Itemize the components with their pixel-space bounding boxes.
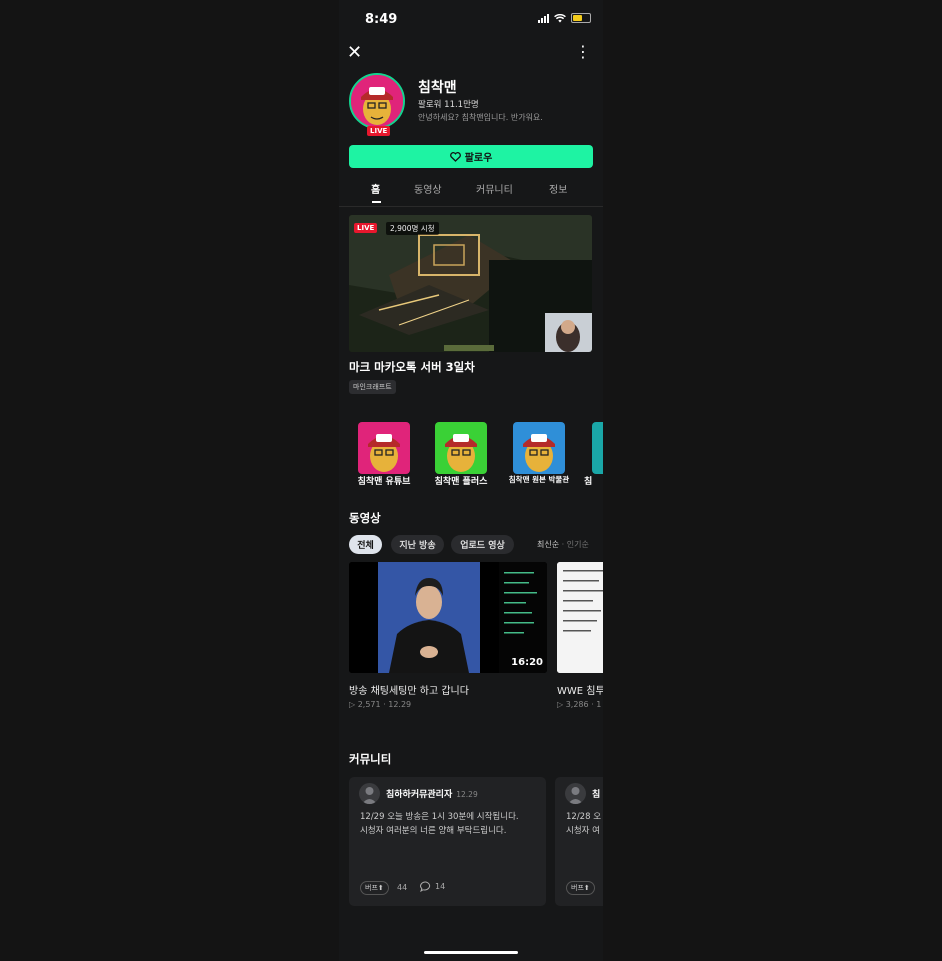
battery-icon [571,13,591,23]
video-card[interactable]: WWE 침투 ▷ 3,286 · 1 [557,562,603,709]
related-channel-label: 침착맨 플러스 [434,477,488,487]
related-channel-youtube[interactable]: 침착맨 유튜브 [358,422,410,487]
filter-all[interactable]: 전체 [349,535,382,554]
comment-icon [420,881,431,892]
wifi-icon [554,13,566,22]
comment-button[interactable]: 14 [420,881,445,892]
app-screen: 8:49 ✕ ⋮ LIVE 침착맨 팔로워 11.1만명 안녕하세요? 침착맨입… [339,0,603,961]
status-time: 8:49 [365,12,398,27]
video-title: 방송 채팅세팅만 하고 갑니다 [349,686,469,697]
related-channel-partial[interactable]: 침 [584,422,603,487]
related-channel-plus[interactable]: 침착맨 플러스 [435,422,487,487]
status-icons [538,13,591,23]
channel-avatar[interactable] [349,73,405,129]
video-card[interactable]: 16:20 방송 채팅세팅만 하고 갑니다 ▷ 2,571 · 12.29 [349,562,547,709]
tab-videos[interactable]: 동영상 [414,181,442,196]
buff-button[interactable]: 버프⬆ [566,881,595,895]
video-title: WWE 침투 [557,686,603,697]
community-section-heading: 커뮤니티 [349,752,392,766]
channel-logo [592,422,603,474]
heart-icon [449,151,461,162]
follow-button[interactable]: 팔로우 [349,145,593,168]
related-channel-museum[interactable]: 침착맨 원본 박물관 [509,422,569,484]
home-indicator[interactable] [424,951,518,954]
author-avatar [565,783,586,804]
author-avatar [359,783,380,804]
filter-past-broadcasts[interactable]: 지난 방송 [391,535,444,554]
viewer-count: 2,900명 시청 [386,222,439,235]
community-post-card[interactable]: 침하하커뮤관리자 12.29 12/29 오늘 방송은 1시 30분에 시작됩니다… [349,777,546,906]
post-author: 침 [592,790,601,800]
video-duration: 16:20 [511,657,543,668]
community-post-card[interactable]: 침 12/28 오 시청자 여 버프⬆ [555,777,603,906]
post-body: 12/28 오 시청자 여 [566,812,602,836]
post-date: 12.29 [456,790,478,799]
post-body: 12/29 오늘 방송은 1시 30분에 시작됩니다. 시청자 여러분의 너른 양… [360,812,519,836]
live-stream-thumbnail[interactable] [349,215,592,352]
live-badge: LIVE [367,126,391,136]
sort-popular[interactable]: 인기순 [567,540,589,549]
follow-label: 팔로우 [464,153,493,164]
live-stream-title[interactable]: 마크 마카오톡 서버 3일차 [349,359,475,375]
signal-icon [538,13,549,23]
videos-section-heading: 동영상 [349,511,381,525]
tab-underline [372,201,381,203]
channel-logo [358,422,410,474]
channel-name: 침착맨 [418,80,457,96]
video-meta: ▷ 3,286 · 1 [557,700,602,709]
channel-tabs: 홈 동영상 커뮤니티 정보 [339,181,603,207]
live-tag: LIVE [354,223,378,233]
buff-count: 44 [397,883,408,892]
category-tag[interactable]: 마인크래프트 [349,380,396,394]
channel-bio: 안녕하세요? 침착맨입니다. 반가워요. [418,113,543,122]
channel-logo [435,422,487,474]
more-options-icon[interactable]: ⋮ [575,42,591,61]
sort-latest[interactable]: 최신순 [537,540,559,549]
close-button[interactable]: ✕ [347,42,362,63]
follower-count: 팔로워 11.1만명 [418,100,479,110]
tab-home[interactable]: 홈 [371,181,380,196]
video-meta: ▷ 2,571 · 12.29 [349,700,412,709]
related-channel-label: 침착맨 원본 박물관 [508,475,570,484]
post-author: 침하하커뮤관리자 12.29 [386,790,478,800]
channel-logo [513,422,565,474]
buff-button[interactable]: 버프⬆ [360,881,389,895]
video-thumbnail [557,562,603,673]
video-thumbnail: 16:20 [349,562,547,673]
filter-uploaded-videos[interactable]: 업로드 영상 [451,535,514,554]
tab-info[interactable]: 정보 [549,181,567,196]
related-channel-label: 침 [584,477,593,487]
sort-options[interactable]: 최신순 · 인기순 [537,539,589,550]
tab-community[interactable]: 커뮤니티 [476,181,513,196]
related-channel-label: 침착맨 유튜브 [357,477,411,487]
comment-count: 14 [435,882,446,891]
